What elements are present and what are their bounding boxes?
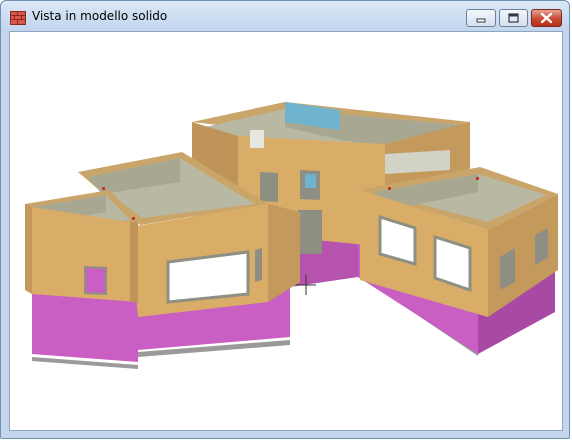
title-bar[interactable]: Vista in modello solido xyxy=(1,1,569,31)
close-icon xyxy=(540,12,553,24)
window-title: Vista in modello solido xyxy=(32,9,168,23)
window-opening xyxy=(250,130,264,148)
foundation-block xyxy=(32,292,138,362)
glazing xyxy=(305,174,316,188)
minimize-button[interactable] xyxy=(466,9,496,27)
window-opening xyxy=(260,172,278,202)
solid-model-view[interactable] xyxy=(10,32,562,430)
door-opening xyxy=(298,210,322,254)
joint-marker xyxy=(102,187,105,190)
window-opening xyxy=(385,150,450,174)
wall-side xyxy=(268,204,300,302)
joint-marker xyxy=(388,187,391,190)
window-opening xyxy=(84,265,107,296)
joint-marker xyxy=(132,217,135,220)
viewport[interactable] xyxy=(9,31,563,431)
maximize-icon xyxy=(508,13,519,23)
minimize-icon xyxy=(476,18,486,23)
wall-side xyxy=(130,222,138,302)
window-opening xyxy=(255,248,262,282)
app-window: Vista in modello solido xyxy=(0,0,570,439)
wall-side xyxy=(25,204,32,294)
brick-wall-icon xyxy=(10,10,26,25)
close-button[interactable] xyxy=(531,9,562,27)
window-opening xyxy=(166,250,250,304)
maximize-button[interactable] xyxy=(499,9,528,27)
joint-marker xyxy=(476,177,479,180)
